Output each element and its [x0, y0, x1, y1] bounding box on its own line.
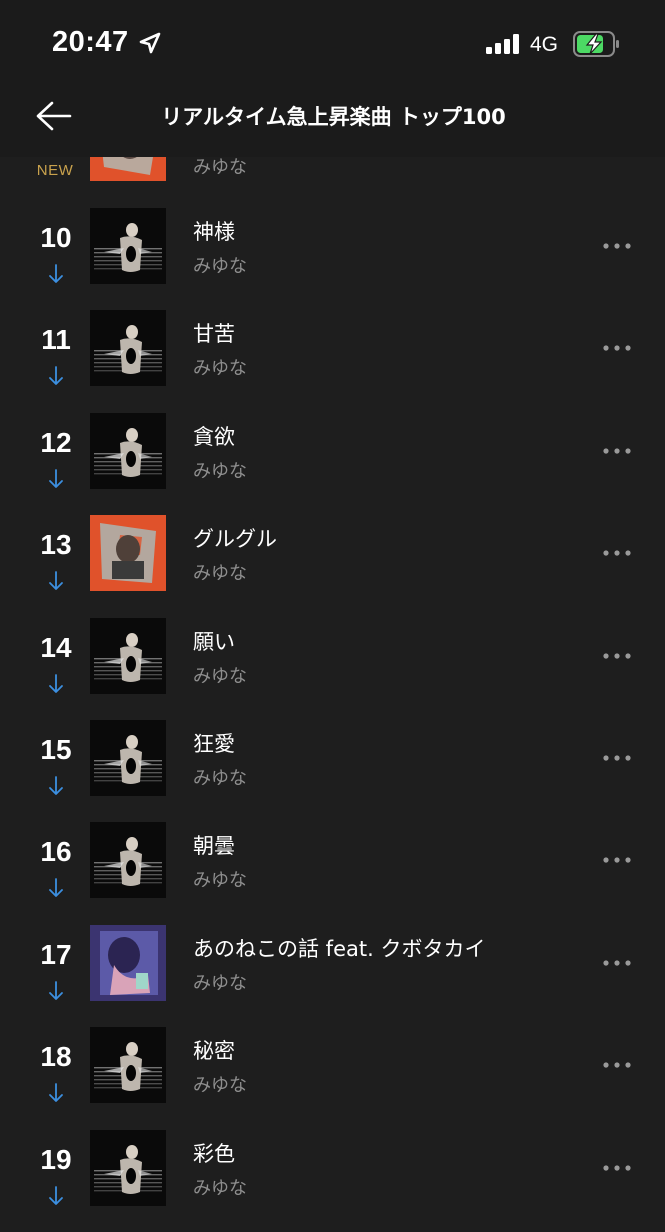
album-art[interactable] — [90, 310, 166, 386]
ellipsis-icon — [600, 550, 634, 569]
rank-down-icon — [48, 366, 64, 390]
artist-name: みゆな — [193, 768, 247, 789]
rank-down-icon — [48, 571, 64, 595]
rank-number: 19 — [40, 1144, 72, 1175]
rank-down-icon — [48, 1186, 64, 1210]
rank-down-icon — [48, 469, 64, 493]
more-options-button[interactable] — [600, 951, 634, 975]
ellipsis-icon — [600, 653, 634, 672]
artist-name: みゆな — [193, 1178, 247, 1199]
song-title: 秘密 — [193, 1039, 235, 1063]
list-item[interactable]: 13 グルグルみゆな — [0, 515, 665, 617]
list-item[interactable]: 10 神様みゆな — [0, 208, 665, 310]
album-art[interactable] — [90, 515, 166, 591]
cellular-signal-icon — [486, 34, 522, 58]
artist-name: みゆな — [193, 358, 247, 379]
rank-down-icon — [48, 1083, 64, 1107]
ellipsis-icon — [600, 1062, 634, 1081]
ellipsis-icon — [600, 960, 634, 979]
more-options-button[interactable] — [600, 1156, 634, 1180]
rank-down-icon — [48, 878, 64, 902]
album-art[interactable] — [90, 413, 166, 489]
list-item[interactable]: 12 貪欲みゆな — [0, 413, 665, 515]
more-options-button[interactable] — [600, 848, 634, 872]
song-title: 彩色 — [193, 1142, 235, 1166]
song-title: 貪欲 — [193, 425, 235, 449]
song-title: 願い — [193, 630, 235, 654]
rank-number: 15 — [40, 734, 72, 765]
page-title: リアルタイム急上昇楽曲 トップ100 — [161, 105, 506, 129]
album-art[interactable] — [90, 1130, 166, 1206]
list-item[interactable]: 19 彩色みゆな — [0, 1130, 665, 1232]
song-title: 神様 — [193, 220, 235, 244]
song-title: 朝曇 — [193, 834, 235, 858]
ellipsis-icon — [600, 755, 634, 774]
more-options-button[interactable] — [600, 746, 634, 770]
rank-down-icon — [48, 981, 64, 1005]
rank-number: 18 — [40, 1041, 72, 1072]
ellipsis-icon — [600, 1165, 634, 1184]
list-item[interactable]: 14 願いみゆな — [0, 618, 665, 720]
artist-name: みゆな — [193, 666, 247, 687]
location-arrow-icon — [139, 32, 161, 58]
rank-down-icon — [48, 674, 64, 698]
nav-header: リアルタイム急上昇楽曲 トップ100 — [0, 90, 665, 146]
list-item[interactable]: 18 秘密みゆな — [0, 1027, 665, 1129]
rank-down-icon — [48, 264, 64, 288]
rank-number: 14 — [40, 632, 72, 663]
rank-number: 17 — [40, 939, 72, 970]
list-item[interactable]: 16 朝曇みゆな — [0, 822, 665, 924]
list-item[interactable]: 11 甘苦みゆな — [0, 310, 665, 412]
artist-name: みゆな — [193, 256, 247, 277]
ellipsis-icon — [600, 345, 634, 364]
artist-name: みゆな — [193, 563, 247, 584]
status-time: 20:47 — [52, 26, 129, 58]
album-art[interactable] — [90, 720, 166, 796]
ellipsis-icon — [600, 857, 634, 876]
status-bar: 20:47 4G — [0, 0, 665, 90]
artist-name: みゆな — [193, 461, 247, 482]
song-title: グルグル — [193, 527, 277, 551]
artist-name: みゆな — [193, 1075, 247, 1096]
more-options-button[interactable] — [600, 336, 634, 360]
ellipsis-icon — [600, 243, 634, 262]
battery-charging-icon — [573, 31, 621, 61]
album-art[interactable] — [90, 618, 166, 694]
artist-name: みゆな — [193, 870, 247, 891]
album-art[interactable] — [90, 1027, 166, 1103]
song-title: 甘苦 — [193, 322, 235, 346]
rank-number: 16 — [40, 836, 72, 867]
more-options-button[interactable] — [600, 234, 634, 258]
list-item[interactable]: 17 あのねこの話 feat. クボタカイ みゆな — [0, 925, 665, 1027]
list-item[interactable]: 15 狂愛みゆな — [0, 720, 665, 822]
rank-number: 10 — [40, 222, 72, 253]
rank-down-icon — [48, 776, 64, 800]
artist-name: みゆな — [193, 973, 247, 994]
rank-number: 13 — [40, 529, 72, 560]
song-title: 狂愛 — [193, 732, 235, 756]
album-art[interactable] — [90, 925, 166, 1001]
more-options-button[interactable] — [600, 541, 634, 565]
rank-number: 11 — [41, 324, 71, 355]
ellipsis-icon — [600, 448, 634, 467]
more-options-button[interactable] — [600, 439, 634, 463]
new-badge: NEW — [36, 162, 74, 179]
more-options-button[interactable] — [600, 644, 634, 668]
more-options-button[interactable] — [600, 1053, 634, 1077]
album-art[interactable] — [90, 822, 166, 898]
album-art[interactable] — [90, 208, 166, 284]
network-type: 4G — [530, 33, 559, 56]
song-title: あのねこの話 feat. クボタカイ — [193, 937, 486, 961]
rank-number: 12 — [40, 427, 72, 458]
